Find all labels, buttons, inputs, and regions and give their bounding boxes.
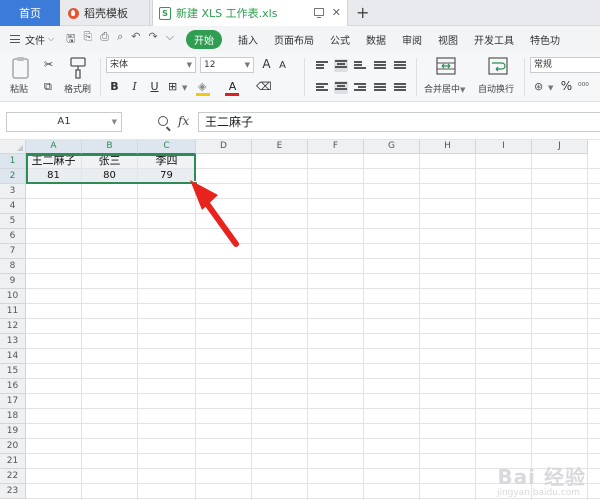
menu-bar: 文件 ⌵ 🖫 ⎘ ⎙ ⌕ ↶ ↷ ⌵ 开始 插入 页面布局 公式 数据 审阅 视… [0, 26, 600, 52]
currency-icon[interactable]: ⊛ [534, 80, 543, 94]
italic-button[interactable]: I [128, 80, 141, 93]
arrow-svg [190, 180, 239, 247]
quick-access-toolbar: 🖫 ⎘ ⎙ ⌕ ↶ ↷ ⌵ [66, 30, 174, 49]
number-format-value: 常规 [534, 60, 553, 70]
chevron-down-icon: ▼ [186, 61, 192, 69]
align-bottom-icon[interactable] [354, 61, 366, 71]
decrease-font-button[interactable]: A [276, 59, 289, 72]
merge-center-button[interactable]: 合并居中▼ [424, 82, 465, 95]
chevron-down-icon[interactable]: ▼ [548, 81, 553, 95]
close-icon[interactable]: ✕ [332, 6, 341, 19]
ribbon-divider [416, 58, 417, 96]
underline-button[interactable]: U [148, 80, 161, 93]
align-left-icon[interactable] [316, 83, 328, 93]
align-middle-icon[interactable] [334, 59, 348, 72]
print-preview-icon[interactable]: ⌕ [117, 30, 123, 49]
font-color-button[interactable]: A [226, 80, 239, 93]
menu-start[interactable]: 开始 [186, 29, 223, 49]
monitor-icon[interactable] [313, 8, 324, 18]
paste-icon[interactable] [10, 56, 34, 79]
align-right-icon[interactable] [354, 83, 366, 93]
menu-features[interactable]: 特色功 [530, 32, 560, 47]
copy-icon[interactable]: ⧉ [44, 80, 52, 94]
menu-formulas[interactable]: 公式 [330, 32, 350, 47]
formula-bar: A1 ▼ fx 王二麻子 [0, 102, 600, 140]
hamburger-menu-icon[interactable] [10, 35, 20, 43]
text-direction-icon[interactable] [374, 61, 386, 71]
wrap-text-button[interactable]: 自动换行 [478, 82, 514, 95]
tab-bar: 首页 稻壳模板 S 新建 XLS 工作表.xls ✕ + [0, 0, 600, 26]
merge-center-icon[interactable] [436, 56, 456, 79]
format-painter-icon[interactable] [68, 56, 88, 83]
redo-icon[interactable]: ↷ [148, 30, 157, 49]
thousands-separator-icon[interactable]: ⁰⁰⁰ [578, 80, 589, 94]
increase-font-button[interactable]: A [260, 58, 273, 71]
chevron-down-icon[interactable]: ▼ [182, 81, 187, 95]
chevron-down-icon[interactable]: ⌵ [48, 34, 54, 44]
menu-review[interactable]: 审阅 [402, 32, 422, 47]
eraser-icon[interactable]: ⌫ [256, 80, 272, 94]
watermark-sub: jingyan.baidu.com [496, 488, 580, 498]
menu-page-layout[interactable]: 页面布局 [274, 32, 314, 47]
font-name-value: 宋体 [110, 60, 129, 70]
chevron-down-icon: ▼ [460, 86, 466, 94]
align-center-icon[interactable] [334, 81, 348, 94]
export-icon[interactable]: ⎘ [83, 30, 92, 49]
formula-input[interactable]: 王二麻子 [198, 112, 600, 132]
tab-xls-label: 新建 XLS 工作表.xls [176, 7, 278, 20]
print-icon[interactable]: ⎙ [100, 30, 109, 49]
font-name-select[interactable]: 宋体 ▼ [106, 57, 196, 73]
spreadsheet-grid: ABCDEFGHIJ 1 2 3 4 5 6 7 8 9 10 11 12 13 14 15 16 17 18 19… [0, 140, 600, 500]
ribbon-divider [100, 58, 101, 96]
zoom-search-icon[interactable] [158, 116, 168, 126]
spreadsheet-app: 首页 稻壳模板 S 新建 XLS 工作表.xls ✕ + 文件 ⌵ 🖫 ⎘ ⎙ … [0, 0, 600, 500]
wrap-text-icon[interactable] [488, 56, 510, 79]
distributed-icon[interactable] [394, 61, 406, 71]
undo-icon[interactable]: ↶ [131, 30, 140, 49]
save-icon[interactable]: 🖫 [66, 30, 75, 49]
new-tab-button[interactable]: + [356, 3, 369, 22]
merge-center-label: 合并居中 [424, 85, 461, 95]
ribbon-divider [304, 58, 305, 96]
border-icon[interactable]: ⊞ [168, 80, 177, 94]
menu-view[interactable]: 视图 [438, 32, 458, 47]
fill-color-icon[interactable]: ◈ [198, 80, 206, 94]
justify-icon[interactable] [374, 83, 386, 93]
menu-insert[interactable]: 插入 [238, 32, 258, 47]
ribbon-toolbar: 粘贴 ✂ ⧉ 格式刷 宋体 ▼ 12 ▼ A A B I U ⊞ ▼ ◈ A ⌫ [0, 52, 600, 102]
fx-function-icon[interactable]: fx [178, 114, 189, 128]
chevron-down-icon: ▼ [111, 118, 117, 126]
paste-button[interactable]: 粘贴 [10, 82, 28, 95]
tab-home[interactable]: 首页 [0, 0, 60, 26]
number-format-select[interactable]: 常规 [530, 57, 600, 73]
align-top-icon[interactable] [316, 61, 328, 71]
tab-docer-templates[interactable]: 稻壳模板 [60, 0, 150, 26]
tab-xls-file[interactable]: S 新建 XLS 工作表.xls ✕ [152, 0, 348, 26]
bold-button[interactable]: B [108, 80, 121, 93]
menu-file[interactable]: 文件 [25, 32, 45, 47]
font-color-swatch [225, 93, 239, 96]
name-box[interactable]: A1 ▼ [6, 112, 122, 132]
font-size-value: 12 [204, 60, 216, 70]
fill-color-swatch [196, 93, 210, 96]
spreadsheet-file-icon: S [159, 6, 171, 20]
more-icon[interactable]: ⌵ [166, 30, 174, 49]
ribbon-divider [524, 58, 525, 96]
format-painter-button[interactable]: 格式刷 [64, 82, 91, 95]
percent-button[interactable]: % [560, 80, 573, 93]
font-size-select[interactable]: 12 ▼ [200, 57, 254, 73]
menu-developer[interactable]: 开发工具 [474, 32, 514, 47]
docer-icon [68, 7, 79, 19]
chevron-down-icon: ▼ [244, 61, 250, 69]
watermark: Bai 经验 [497, 465, 586, 489]
name-box-value: A1 [57, 116, 71, 127]
tab-docer-label: 稻壳模板 [84, 7, 128, 20]
cut-icon[interactable]: ✂ [44, 58, 53, 72]
menu-data[interactable]: 数据 [366, 32, 386, 47]
distribute-align-icon[interactable] [394, 83, 406, 93]
